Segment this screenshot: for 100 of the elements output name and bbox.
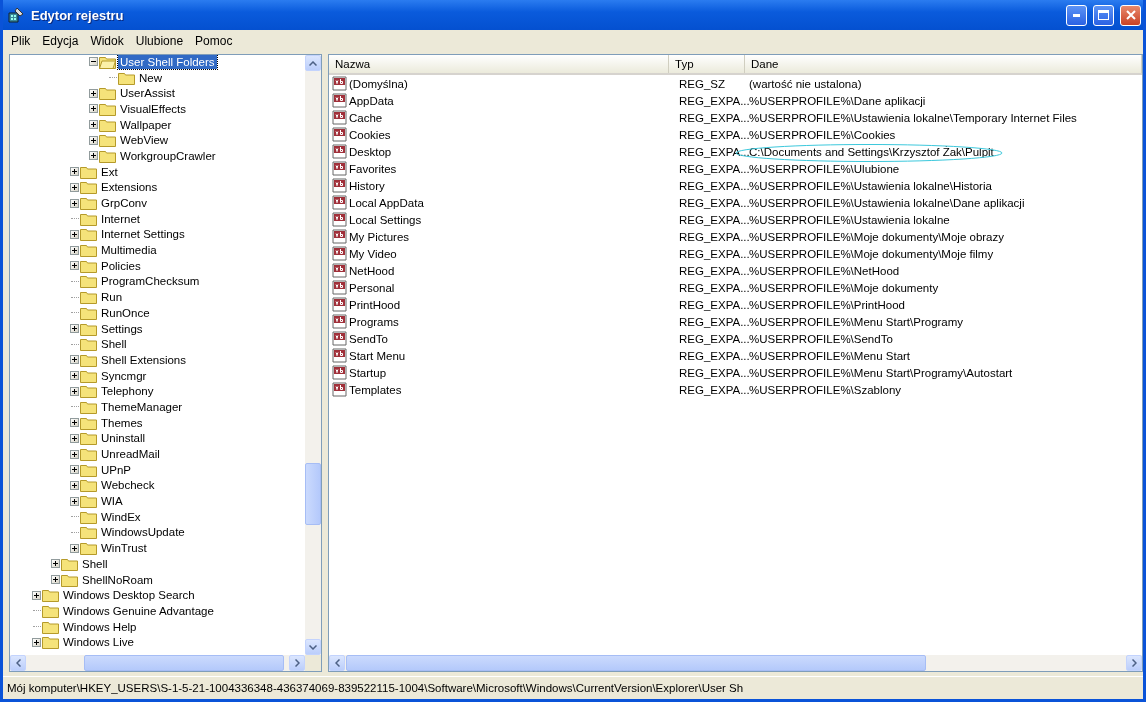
tree-item[interactable]: WindowsUpdate [99,525,187,540]
tree-item[interactable]: ProgramChecksum [99,274,202,289]
tree-item[interactable]: WorkgroupCrawler [118,148,218,163]
expand-toggle[interactable] [70,229,79,239]
tree-item[interactable]: UPnP [99,462,134,477]
tree-item[interactable]: Windows Help [61,619,139,634]
close-button[interactable] [1120,4,1141,26]
tree-item[interactable]: Uninstall [99,431,148,446]
tree-item[interactable]: Run [99,290,125,305]
expand-toggle[interactable] [70,182,79,192]
expand-toggle[interactable] [32,590,41,600]
scroll-up-button[interactable] [305,55,321,71]
tree-item[interactable]: WindEx [99,509,143,524]
tree-item[interactable]: Shell [99,337,129,352]
tree-item[interactable]: VisualEffects [118,101,189,116]
tree-item[interactable]: User Shell Folders [118,55,217,69]
tree-item[interactable]: Windows Live [61,635,136,650]
expand-toggle[interactable] [70,355,79,365]
scroll-left-button[interactable] [329,655,345,671]
value-name[interactable]: Programs [348,315,399,328]
value-name[interactable]: Desktop [348,145,392,158]
column-header[interactable]: Nazwa [329,55,669,73]
expand-toggle[interactable] [70,543,79,553]
vertical-scrollbar[interactable] [305,55,321,655]
tree-item[interactable]: Windows Genuine Advantage [61,603,216,618]
menu-item[interactable]: Edycja [36,34,85,48]
tree-item[interactable]: Internet Settings [99,227,187,242]
tree-item[interactable]: Multimedia [99,243,159,258]
value-name[interactable]: Start Menu [348,349,406,362]
value-name[interactable]: NetHood [348,264,395,277]
value-name[interactable]: Startup [348,366,387,379]
expand-toggle[interactable] [70,480,79,490]
tree-item[interactable]: Internet [99,211,142,226]
value-name[interactable]: Personal [348,281,395,294]
value-name[interactable]: Favorites [348,162,397,175]
scroll-thumb[interactable] [305,463,321,525]
column-header[interactable]: Typ [669,55,745,73]
tree-item[interactable]: Wallpaper [118,117,174,132]
tree-item[interactable]: GrpConv [99,196,150,211]
scroll-right-button[interactable] [289,655,305,671]
tree-item[interactable]: ShellNoRoam [80,572,155,587]
maximize-button[interactable] [1093,4,1114,26]
expand-toggle[interactable] [70,433,79,443]
tree-item[interactable]: WebView [118,133,171,148]
tree-item[interactable]: WinTrust [99,541,149,556]
tree-item[interactable]: Policies [99,258,143,273]
value-name[interactable]: History [348,179,385,192]
expand-toggle[interactable] [89,104,98,114]
menu-item[interactable]: Ulubione [129,34,190,48]
value-name[interactable]: Cookies [348,128,391,141]
scroll-thumb[interactable] [84,655,284,671]
scroll-thumb[interactable] [346,655,926,671]
value-name[interactable]: My Pictures [348,230,410,243]
value-name[interactable]: Local Settings [348,213,422,226]
expand-toggle[interactable] [70,324,79,334]
tree-item[interactable]: Syncmgr [99,368,149,383]
expand-toggle[interactable] [70,167,79,177]
tree-item[interactable]: WIA [99,494,125,509]
value-name[interactable]: Cache [348,111,383,124]
tree-item[interactable]: Shell Extensions [99,352,189,367]
tree-item[interactable]: Ext [99,164,120,179]
expand-toggle[interactable] [70,245,79,255]
horizontal-scrollbar[interactable] [329,655,1142,671]
value-name[interactable]: My Video [348,247,397,260]
menu-item[interactable]: Plik [5,34,37,48]
value-name[interactable]: Templates [348,383,402,396]
tree-item[interactable]: Themes [99,415,145,430]
expand-toggle[interactable] [89,88,98,98]
tree-item[interactable]: New [137,70,164,85]
value-name[interactable]: (Domyślna) [348,77,408,90]
expand-toggle[interactable] [70,261,79,271]
expand-toggle[interactable] [89,120,98,130]
expand-toggle[interactable] [32,637,41,647]
horizontal-scrollbar[interactable] [10,655,305,671]
minimize-button[interactable] [1066,4,1087,26]
expand-toggle[interactable] [70,418,79,428]
value-name[interactable]: AppData [348,94,394,107]
expand-toggle[interactable] [89,57,98,67]
expand-toggle[interactable] [70,386,79,396]
expand-toggle[interactable] [89,151,98,161]
menu-item[interactable]: Widok [84,34,130,48]
scroll-down-button[interactable] [305,639,321,655]
value-name[interactable]: Local AppData [348,196,424,209]
tree-item[interactable]: UserAssist [118,86,177,101]
expand-toggle[interactable] [70,371,79,381]
expand-toggle[interactable] [89,135,98,145]
expand-toggle[interactable] [70,198,79,208]
expand-toggle[interactable] [70,465,79,475]
tree-item[interactable]: Telephony [99,384,156,399]
column-header[interactable]: Dane [745,55,1142,73]
tree-item[interactable]: Settings [99,321,145,336]
value-name[interactable]: SendTo [348,332,388,345]
expand-toggle[interactable] [70,449,79,459]
scroll-left-button[interactable] [10,655,26,671]
menu-item[interactable]: Pomoc [189,34,239,48]
tree-item[interactable]: Windows Desktop Search [61,588,197,603]
value-name[interactable]: PrintHood [348,298,401,311]
tree-item[interactable]: RunOnce [99,305,152,320]
expand-toggle[interactable] [70,496,79,506]
tree-item[interactable]: Extensions [99,180,160,195]
